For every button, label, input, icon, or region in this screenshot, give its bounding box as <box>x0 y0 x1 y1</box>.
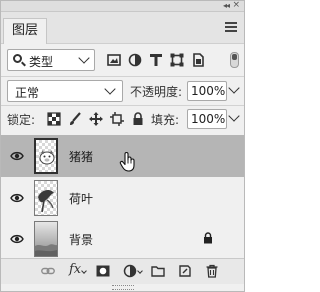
pig-thumbnail-image <box>39 150 55 165</box>
layer-lock-icon <box>204 232 212 244</box>
chevron-down-icon <box>104 83 116 95</box>
hand-cursor-icon <box>119 152 135 172</box>
opacity-slider-toggle[interactable] <box>228 81 241 101</box>
chevron-down-icon <box>137 268 143 274</box>
pixel-filter-icon[interactable] <box>107 53 121 67</box>
smart-object-filter-icon[interactable] <box>191 53 205 67</box>
visibility-eye-icon[interactable] <box>10 233 24 245</box>
blend-mode-select[interactable]: 正常 <box>7 80 123 102</box>
new-group-icon[interactable] <box>151 264 165 278</box>
chevron-down-icon <box>228 110 240 122</box>
lock-image-pixels-icon[interactable] <box>68 112 82 126</box>
tab-layers[interactable]: 图层 <box>3 18 47 44</box>
lotus-leaf-thumbnail-image <box>38 189 54 213</box>
filter-kind-label: 类型 <box>29 55 54 69</box>
lock-transparent-pixels-icon[interactable] <box>47 112 61 126</box>
layer-thumbnail <box>34 221 58 257</box>
layers-panel: ◂◂ × 图层 类型 正常 不透明度: 100% 锁定: 填充: 100% 猪猪… <box>0 0 245 292</box>
layer-name: 猪猪 <box>69 150 94 164</box>
shape-filter-icon[interactable] <box>170 53 184 67</box>
adjustment-filter-icon[interactable] <box>128 53 142 67</box>
resize-grip[interactable] <box>112 285 134 290</box>
fill-slider-toggle[interactable] <box>228 109 241 129</box>
panel-title-strip: ◂◂ × <box>1 0 244 12</box>
layer-name: 荷叶 <box>69 192 94 206</box>
filter-toggle-switch[interactable] <box>230 52 239 68</box>
chevron-down-icon <box>81 268 87 274</box>
trash-icon[interactable] <box>205 264 219 278</box>
layer-mask-icon[interactable] <box>96 264 110 278</box>
fill-input[interactable]: 100% <box>187 109 227 129</box>
layer-row-lotus-leaf[interactable]: 荷叶 <box>1 177 244 219</box>
filter-row: 类型 <box>1 45 244 75</box>
lock-artboard-icon[interactable] <box>110 112 124 126</box>
lock-row: 锁定: 填充: 100% <box>1 106 244 132</box>
lock-label: 锁定: <box>7 113 36 127</box>
link-layers-icon[interactable] <box>41 264 55 278</box>
layer-thumbnail <box>34 138 58 174</box>
lock-all-icon[interactable] <box>131 112 145 126</box>
close-panel-icon[interactable]: × <box>232 0 240 11</box>
panel-tab-bar: 图层 <box>1 12 244 44</box>
adjustment-layer-icon[interactable] <box>123 264 137 278</box>
type-filter-icon[interactable] <box>149 53 163 67</box>
layer-name: 背景 <box>69 233 94 247</box>
chevron-down-icon <box>228 82 240 94</box>
collapse-panel-icon[interactable]: ◂◂ <box>223 0 230 11</box>
layer-row-pig[interactable]: 猪猪 <box>1 135 244 177</box>
layers-list: 猪猪 荷叶 背景 <box>1 132 244 258</box>
visibility-eye-icon[interactable] <box>10 192 24 204</box>
layer-thumbnail <box>34 180 58 216</box>
lock-position-icon[interactable] <box>89 112 103 126</box>
fill-label: 填充: <box>151 113 180 127</box>
chevron-down-icon <box>78 52 90 64</box>
blend-mode-value: 正常 <box>15 86 40 100</box>
layers-bottom-toolbar: fx <box>1 258 244 284</box>
filter-kind-select[interactable]: 类型 <box>7 49 95 71</box>
panel-menu-icon[interactable] <box>225 22 237 32</box>
layer-row-background[interactable]: 背景 <box>1 218 244 260</box>
blend-row: 正常 不透明度: 100% <box>1 77 244 105</box>
background-thumbnail-image <box>35 244 57 256</box>
fx-icon[interactable]: fx <box>69 262 81 277</box>
search-icon <box>13 54 22 63</box>
visibility-eye-icon[interactable] <box>10 150 24 162</box>
new-layer-icon[interactable] <box>178 264 192 278</box>
opacity-input[interactable]: 100% <box>187 81 227 101</box>
opacity-label: 不透明度: <box>130 85 183 99</box>
